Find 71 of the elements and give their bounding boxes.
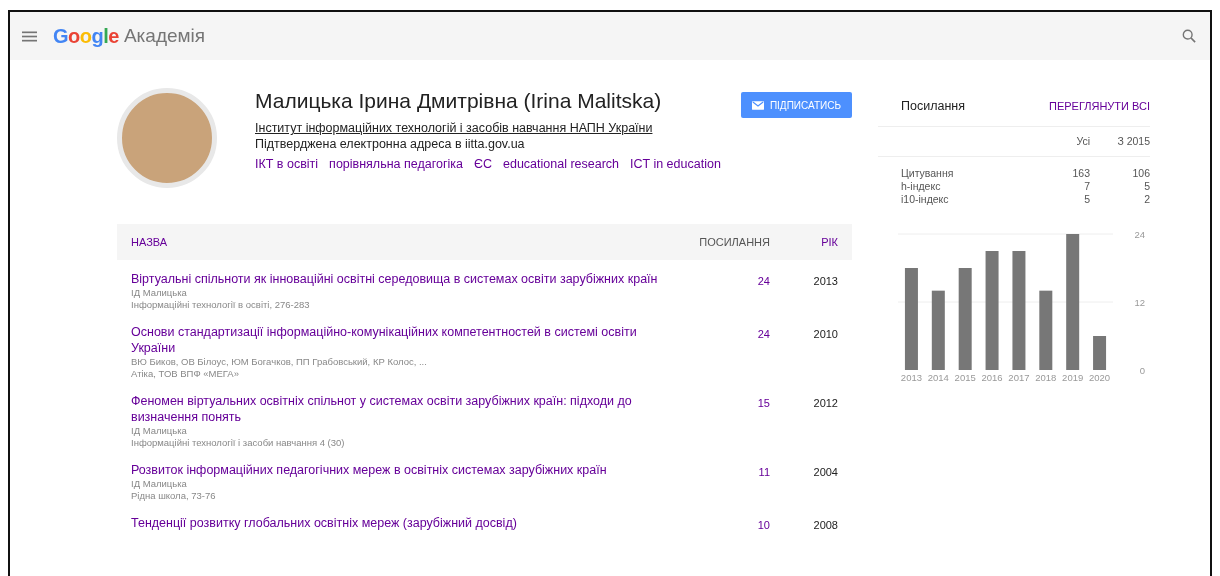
interest-link[interactable]: порівняльна педагогіка bbox=[329, 157, 463, 171]
product-name: Академія bbox=[123, 25, 206, 47]
interest-link[interactable]: ІКТ в освіті bbox=[255, 157, 319, 171]
citation-bar[interactable] bbox=[1039, 290, 1053, 370]
metric-value: 5 bbox=[1143, 180, 1150, 193]
column-header: З 2015 bbox=[1116, 135, 1150, 148]
article-year: 2013 bbox=[813, 275, 838, 287]
column-header[interactable]: РІК bbox=[770, 236, 852, 248]
interest-link[interactable]: educational research bbox=[503, 157, 620, 171]
article-title-link[interactable]: Віртуальні спільноти як інноваційні освітні середовища в системах освіти зарубіжних країн bbox=[131, 271, 686, 287]
y-tick-label: 0 bbox=[1139, 365, 1145, 376]
x-tick-label: 2015 bbox=[954, 372, 976, 383]
article-year: 2008 bbox=[813, 519, 838, 531]
article-authors: ІД Малицька bbox=[131, 425, 188, 437]
citation-count-link[interactable]: 24 bbox=[757, 275, 770, 287]
citation-bar[interactable] bbox=[904, 268, 918, 370]
google-logo[interactable]: Google bbox=[53, 24, 119, 48]
interest-link[interactable]: ЄС bbox=[473, 157, 492, 171]
citation-bar[interactable] bbox=[931, 290, 945, 370]
column-header[interactable]: НАЗВА bbox=[131, 236, 686, 248]
email-note: Підтверджена електронна адреса в iitta.gov.ua bbox=[255, 137, 526, 151]
article-source: Інформаційні технології і засоби навчання 4 (30) bbox=[131, 437, 346, 449]
article-year: 2010 bbox=[813, 328, 838, 340]
citation-bar[interactable] bbox=[958, 268, 972, 370]
article-authors: ІД Малицька bbox=[131, 478, 188, 490]
metric-value: 106 bbox=[1131, 167, 1150, 180]
x-tick-label: 2017 bbox=[1008, 372, 1030, 383]
article-year: 2004 bbox=[813, 466, 838, 478]
profile-name: Малицька Ірина Дмитрівна (Irina Malitska) bbox=[255, 89, 663, 113]
article-source: Рідна школа, 73-76 bbox=[131, 490, 217, 502]
citation-bar[interactable] bbox=[1012, 251, 1026, 370]
metric-value: 163 bbox=[1071, 167, 1090, 180]
column-header: Усі bbox=[1075, 135, 1090, 148]
article-authors: ВЮ Биков, ОВ Білоус, ЮМ Богачков, ПП Грабовський, КР Колос, ... bbox=[131, 356, 428, 368]
x-tick-label: 2019 bbox=[1062, 372, 1084, 383]
citation-bar[interactable] bbox=[1066, 234, 1080, 370]
x-tick-label: 2018 bbox=[1035, 372, 1057, 383]
article-title-link[interactable]: Розвиток інформаційних педагогічних мереж в освітніх системах зарубіжних країн bbox=[131, 462, 686, 478]
interest-link[interactable]: ICT in education bbox=[630, 157, 721, 171]
x-tick-label: 2014 bbox=[927, 372, 949, 383]
article-title-link[interactable]: Феномен віртуальних освітніх спільнот у системах освіти зарубіжних країн: підходи до визначення понять bbox=[131, 393, 686, 425]
citation-count-link[interactable]: 11 bbox=[758, 466, 770, 478]
metric-value: 2 bbox=[1143, 193, 1150, 206]
menu-icon[interactable] bbox=[22, 30, 37, 42]
column-header[interactable]: ПОСИЛАННЯ bbox=[686, 236, 770, 248]
citation-count-link[interactable]: 10 bbox=[757, 519, 770, 531]
article-year: 2012 bbox=[813, 397, 838, 409]
citation-count-link[interactable]: 15 bbox=[757, 397, 770, 409]
metric-label: i10-індекс bbox=[901, 193, 950, 206]
article-authors: ІД Малицька bbox=[131, 287, 188, 299]
affiliation-link[interactable]: Інститут інформаційних технологій і засобів навчання НАПН України bbox=[255, 121, 741, 135]
metric-value: 7 bbox=[1083, 180, 1090, 193]
y-tick-label: 24 bbox=[1134, 229, 1145, 240]
metric-value: 5 bbox=[1083, 193, 1090, 206]
view-all-link[interactable]: ПЕРЕГЛЯНУТИ ВСІ bbox=[1049, 100, 1150, 112]
x-tick-label: 2020 bbox=[1089, 372, 1111, 383]
article-source: Інформаційні технології в освіті, 276-283 bbox=[131, 299, 311, 311]
citation-bar[interactable] bbox=[985, 251, 999, 370]
envelope-icon bbox=[751, 100, 764, 110]
citations-title: Посилання bbox=[901, 99, 965, 113]
search-icon[interactable] bbox=[1182, 29, 1196, 43]
x-tick-label: 2013 bbox=[900, 372, 922, 383]
article-title-link[interactable]: Основи стандартизації інформаційно-комунікаційних компетентностей в системі освіти України bbox=[131, 324, 686, 356]
citation-bar[interactable] bbox=[1093, 336, 1107, 370]
y-tick-label: 12 bbox=[1134, 297, 1145, 308]
article-source: Атіка, ТОВ ВПФ «МЕГА» bbox=[131, 368, 240, 380]
citation-count-link[interactable]: 24 bbox=[757, 328, 770, 340]
article-title-link[interactable]: Тенденції розвитку глобальних освітніх мереж (зарубіжний досвід) bbox=[131, 515, 686, 531]
x-tick-label: 2016 bbox=[981, 372, 1003, 383]
metric-label: Цитування bbox=[901, 167, 955, 180]
metric-label: h-індекс bbox=[901, 180, 942, 193]
